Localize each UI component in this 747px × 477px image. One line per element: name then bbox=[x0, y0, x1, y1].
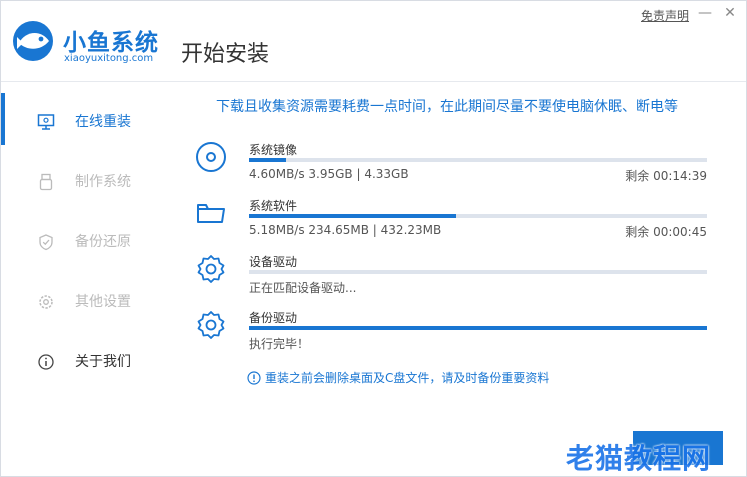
task-status: 正在匹配设备驱动... bbox=[249, 281, 357, 295]
progress-fill bbox=[249, 158, 286, 162]
progress-track bbox=[249, 214, 707, 218]
usb-icon bbox=[39, 173, 53, 191]
task-name: 设备驱动 bbox=[249, 255, 298, 269]
progress-track bbox=[249, 158, 707, 162]
watermark: 老猫教程网 bbox=[566, 442, 712, 475]
task-name: 备份驱动 bbox=[249, 311, 298, 325]
backup-warning: 重装之前会删除桌面及C盘文件，请及时备份重要资料 bbox=[247, 369, 549, 386]
monitor-icon bbox=[37, 114, 55, 130]
task-system-software: 系统软件 5.18MB/s 234.65MB | 432.23MB 剩余 00:… bbox=[191, 197, 711, 247]
task-status: 5.18MB/s 234.65MB | 432.23MB bbox=[249, 223, 442, 237]
progress-fill bbox=[249, 214, 457, 218]
minimize-button[interactable]: — bbox=[697, 5, 713, 21]
task-status: 执行完毕！ bbox=[249, 337, 310, 351]
task-name: 系统软件 bbox=[249, 199, 298, 213]
download-notice: 下载且收集资源需要耗费一点时间，在此期间尽量不要使电脑休眠、断电等 bbox=[216, 99, 678, 115]
sidebar-item-make-system[interactable]: 制作系统 bbox=[1, 161, 171, 201]
installer-window: 小鱼系统 xiaoyuxitong.com 开始安装 免责声明 — ✕ 在线重装… bbox=[0, 0, 747, 477]
sidebar-item-other-settings[interactable]: 其他设置 bbox=[1, 281, 171, 321]
progress-fill bbox=[249, 326, 707, 330]
brand-url: xiaoyuxitong.com bbox=[64, 53, 154, 64]
gear-icon bbox=[197, 255, 225, 283]
task-backup-driver: 备份驱动 执行完毕！ bbox=[191, 309, 711, 359]
gear-icon bbox=[39, 295, 53, 309]
task-remaining: 剩余 00:14:39 bbox=[625, 169, 707, 183]
close-button[interactable]: ✕ bbox=[722, 5, 738, 21]
page-title: 开始安装 bbox=[181, 42, 270, 67]
progress-track bbox=[249, 326, 707, 330]
task-status: 4.60MB/s 3.95GB | 4.33GB bbox=[249, 167, 409, 181]
sidebar-item-backup-restore[interactable]: 备份还原 bbox=[1, 221, 171, 261]
warning-text: 重装之前会删除桌面及C盘文件，请及时备份重要资料 bbox=[265, 371, 550, 385]
task-system-image: 系统镜像 4.60MB/s 3.95GB | 4.33GB 剩余 00:14:3… bbox=[191, 141, 711, 191]
sidebar-item-label: 在线重装 bbox=[75, 114, 131, 130]
brand-name: 小鱼系统 bbox=[63, 30, 159, 56]
task-name: 系统镜像 bbox=[249, 143, 298, 157]
gear-icon bbox=[197, 311, 225, 339]
header-divider bbox=[1, 81, 746, 82]
info-icon bbox=[38, 354, 54, 370]
task-remaining: 剩余 00:00:45 bbox=[625, 225, 707, 239]
sidebar-item-label: 关于我们 bbox=[75, 354, 131, 370]
sidebar-item-online-reinstall[interactable]: 在线重装 bbox=[1, 101, 171, 141]
backup-icon bbox=[39, 234, 53, 251]
task-device-driver: 设备驱动 正在匹配设备驱动... bbox=[191, 253, 711, 303]
sidebar-item-label: 制作系统 bbox=[75, 174, 131, 190]
sidebar-item-about-us[interactable]: 关于我们 bbox=[1, 341, 171, 381]
disclaimer-link[interactable]: 免责声明 bbox=[641, 7, 689, 24]
progress-track bbox=[249, 270, 707, 274]
fish-logo-icon bbox=[13, 21, 53, 61]
sidebar-item-label: 备份还原 bbox=[75, 234, 131, 250]
disc-icon bbox=[196, 142, 226, 172]
sidebar-item-label: 其他设置 bbox=[75, 294, 131, 310]
folder-icon bbox=[197, 204, 225, 223]
info-icon bbox=[247, 371, 261, 385]
